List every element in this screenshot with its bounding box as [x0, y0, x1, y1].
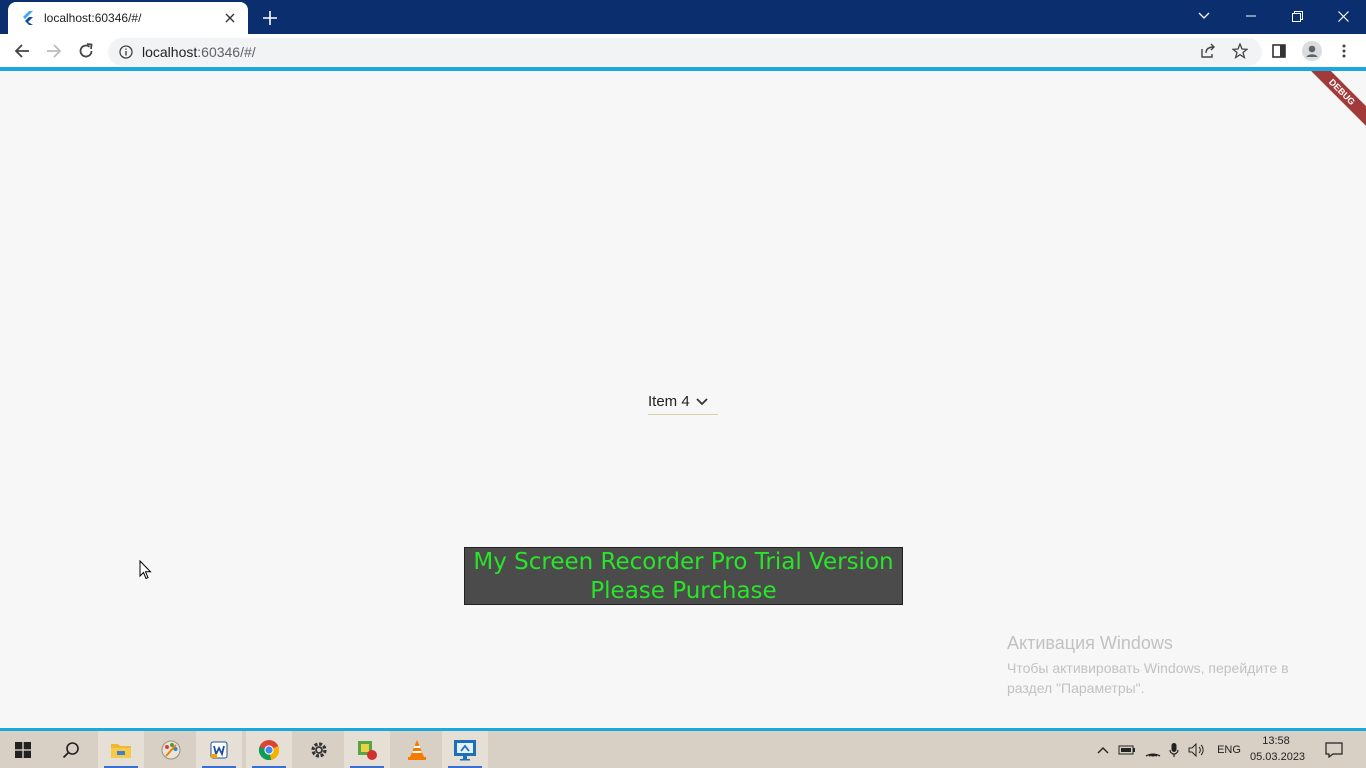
tray-battery[interactable]: [1116, 731, 1138, 768]
activation-line-2: раздел "Параметры".: [1007, 680, 1145, 696]
activation-title: Активация Windows: [1007, 633, 1173, 653]
reload-icon: [79, 43, 93, 58]
profile-button[interactable]: [1300, 39, 1324, 63]
browser-tab[interactable]: localhost:60346/#/: [8, 2, 248, 34]
tab-title: localhost:60346/#/: [44, 11, 142, 25]
tab-search-button[interactable]: [1181, 0, 1227, 32]
share-button[interactable]: [1196, 39, 1220, 63]
debug-banner: DEBUG: [1304, 71, 1366, 130]
search-icon: [62, 741, 79, 758]
windows-activation-notice: Активация Windows Чтобы активировать Win…: [1007, 633, 1337, 698]
chevron-up-icon: [1097, 746, 1109, 753]
chevron-down-icon: [1198, 12, 1210, 19]
wifi-icon: [1145, 753, 1161, 757]
folder-icon: [111, 743, 131, 758]
word-document-icon: [210, 741, 228, 758]
clock-date: 05.03.2023: [1250, 751, 1306, 763]
mouse-cursor-icon: [139, 560, 152, 580]
dropdown-selected-value: Item 4: [648, 393, 690, 410]
avatar-icon: [1302, 41, 1322, 61]
clock-time: 13:58: [1262, 735, 1290, 747]
taskbar-remote-desktop[interactable]: [442, 731, 488, 768]
share-icon: [1201, 43, 1215, 58]
paint-palette-icon: [161, 740, 181, 759]
taskbar-vlc[interactable]: [394, 731, 440, 768]
close-window-button[interactable]: [1320, 0, 1366, 32]
close-icon: [1337, 10, 1349, 22]
item-dropdown[interactable]: Item 4: [648, 389, 718, 415]
minimize-icon: [1246, 15, 1256, 17]
web-page: DEBUG Item 4 My Screen Recorder Pro Tria…: [0, 71, 1366, 728]
tray-overflow-button[interactable]: [1094, 731, 1112, 768]
watermark-line-2: Please Purchase: [590, 578, 777, 604]
side-panel-icon: [1272, 44, 1286, 58]
menu-button[interactable]: [1332, 39, 1356, 63]
windows-logo-icon: [15, 741, 31, 758]
arrow-left-icon: [14, 44, 29, 58]
back-button[interactable]: [10, 39, 34, 63]
notifications-button[interactable]: [1320, 731, 1348, 768]
tray-microphone[interactable]: [1166, 731, 1182, 768]
start-button[interactable]: [0, 731, 46, 768]
url-path: :60346/#/: [197, 44, 256, 60]
gear-icon: [311, 741, 327, 758]
taskbar-chrome[interactable]: [246, 731, 292, 768]
notification-icon: [1325, 741, 1343, 758]
restore-button[interactable]: [1274, 0, 1320, 32]
tray-network[interactable]: [1142, 731, 1164, 768]
tab-strip: localhost:60346/#/: [0, 0, 1366, 34]
taskbar-file-explorer[interactable]: [98, 731, 144, 768]
tab-close-icon[interactable]: [220, 8, 240, 28]
side-panel-button[interactable]: [1267, 39, 1291, 63]
vlc-cone-icon: [408, 739, 426, 760]
activation-line-1: Чтобы активировать Windows, перейдите в: [1007, 660, 1289, 676]
reload-button[interactable]: [74, 39, 98, 63]
chrome-icon: [258, 739, 280, 760]
tray-language[interactable]: ENG: [1212, 731, 1246, 768]
battery-icon: [1118, 745, 1135, 754]
taskbar-word-app[interactable]: [196, 731, 242, 768]
recorder-watermark: My Screen Recorder Pro Trial Version Ple…: [464, 547, 903, 605]
browser-toolbar: localhost:60346/#/: [0, 34, 1366, 68]
microphone-icon: [1169, 742, 1179, 757]
url-host: localhost: [142, 44, 198, 60]
taskbar-paint-app[interactable]: [148, 731, 194, 768]
remote-desktop-icon: [454, 739, 476, 760]
new-tab-button[interactable]: [258, 6, 282, 30]
arrow-right-icon: [47, 44, 62, 58]
taskbar-clock[interactable]: 13:58 05.03.2023: [1250, 733, 1306, 765]
search-button[interactable]: [48, 731, 94, 768]
minimize-button[interactable]: [1228, 0, 1274, 32]
taskbar: ENG 13:58 05.03.2023: [0, 731, 1366, 768]
info-icon[interactable]: [118, 44, 134, 60]
activation-text: Чтобы активировать Windows, перейдите в …: [1007, 658, 1337, 698]
taskbar-settings[interactable]: [296, 731, 342, 768]
game-app-icon: [358, 740, 377, 760]
restore-icon: [1291, 10, 1303, 22]
kebab-menu-icon: [1342, 44, 1346, 58]
speaker-icon: [1188, 742, 1204, 757]
tray-volume[interactable]: [1186, 731, 1208, 768]
address-bar[interactable]: localhost:60346/#/: [108, 38, 1262, 66]
forward-button[interactable]: [42, 39, 66, 63]
chevron-down-icon: [696, 397, 708, 406]
url-text: localhost:60346/#/: [142, 44, 256, 60]
taskbar-game-app[interactable]: [344, 731, 390, 768]
flutter-icon: [20, 10, 36, 26]
plus-icon: [263, 11, 277, 25]
bookmark-button[interactable]: [1228, 39, 1252, 63]
watermark-line-1: My Screen Recorder Pro Trial Version: [473, 549, 894, 575]
star-icon: [1232, 43, 1248, 59]
